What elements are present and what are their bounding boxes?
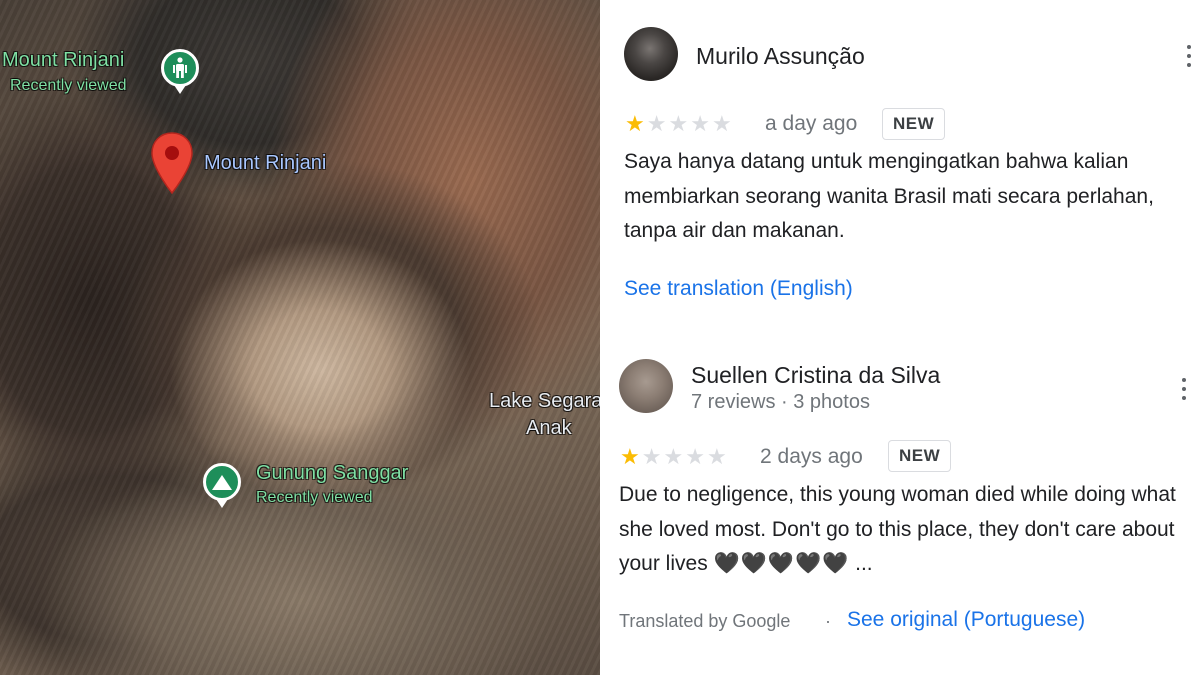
avatar[interactable] <box>624 27 678 81</box>
review-text: Due to negligence, this young woman died… <box>619 478 1199 582</box>
star-icon: ★ <box>646 111 667 136</box>
satellite-map[interactable]: Mount Rinjani Recently viewed Mount Rinj… <box>0 0 600 675</box>
star-icon: ★ <box>706 444 727 469</box>
map-sublabel-recently-viewed: Recently viewed <box>10 77 127 94</box>
see-original-link[interactable]: See original (Portuguese) <box>847 608 1085 632</box>
review-text: Saya hanya datang untuk mengingatkan bah… <box>624 150 1154 242</box>
review-date: 2 days ago <box>760 445 863 468</box>
reviews-panel: Murilo Assunção ★ ★ ★ ★ ★ a day ago NEW … <box>600 0 1200 675</box>
star-icon: ★ <box>711 111 732 136</box>
more-options-icon[interactable] <box>1179 43 1199 69</box>
star-icon: ★ <box>690 111 710 136</box>
reviewer-meta[interactable]: 7 reviews · 3 photos <box>691 391 870 414</box>
star-icon: ★ <box>625 111 645 136</box>
review-text-body: Due to negligence, this young woman died… <box>619 483 1176 575</box>
map-label-mount-rinjani[interactable]: Mount Rinjani <box>2 49 124 72</box>
map-pin-icon[interactable] <box>150 131 194 195</box>
map-label-lake-line2[interactable]: Anak <box>526 417 572 440</box>
review-author[interactable]: Suellen Cristina da Silva <box>691 362 940 389</box>
separator-dot: · <box>825 611 831 631</box>
mountain-icon[interactable] <box>203 463 241 501</box>
review-date: a day ago <box>765 112 858 135</box>
hiking-icon[interactable] <box>161 49 199 87</box>
new-badge: NEW <box>888 440 952 472</box>
star-rating: ★ ★ ★ ★ ★ <box>625 113 732 135</box>
map-label-gunung-sanggar[interactable]: Gunung Sanggar <box>256 462 408 485</box>
read-more-ellipsis[interactable]: ... <box>855 552 873 575</box>
star-icon: ★ <box>641 444 662 469</box>
new-badge: NEW <box>882 108 946 140</box>
more-options-icon[interactable] <box>1174 376 1194 402</box>
translated-by-google: Translated by Google <box>619 611 791 631</box>
map-sublabel-recently-viewed-2: Recently viewed <box>256 489 373 506</box>
map-label-mount-rinjani-pin[interactable]: Mount Rinjani <box>204 152 326 175</box>
star-rating: ★ ★ ★ ★ ★ <box>620 446 727 468</box>
avatar[interactable] <box>619 359 673 413</box>
map-label-lake-line1[interactable]: Lake Segara <box>489 390 600 413</box>
review-author[interactable]: Murilo Assunção <box>696 43 865 70</box>
star-icon: ★ <box>620 444 640 469</box>
see-translation-link[interactable]: See translation (English) <box>624 277 853 301</box>
star-icon: ★ <box>685 444 705 469</box>
star-icon: ★ <box>663 444 684 469</box>
black-heart-emojis: 🖤🖤🖤🖤🖤 <box>713 552 850 575</box>
star-icon: ★ <box>668 111 689 136</box>
